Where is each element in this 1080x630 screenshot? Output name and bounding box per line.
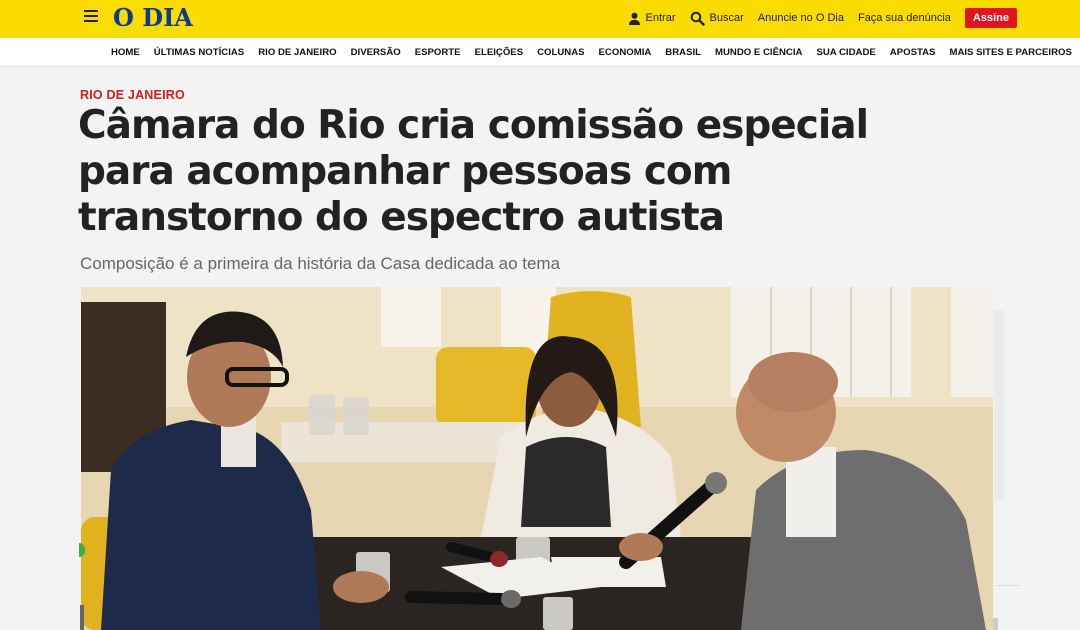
login-label: Entrar [645, 12, 676, 24]
headline-line: transtorno do espectro autista [78, 195, 725, 240]
headline-line: para acompanhar pessoas com [78, 149, 732, 194]
nav-item[interactable]: BRASIL [665, 47, 701, 58]
article-photo [81, 287, 993, 630]
nav-item[interactable]: DIVERSÃO [351, 47, 401, 58]
nav-item[interactable]: MUNDO E CIÊNCIA [715, 47, 802, 58]
advertise-link[interactable]: Anuncie no O Dia [758, 12, 844, 24]
top-bar: O DIA Entrar Buscar Anuncie no O Dia Faç… [0, 0, 1080, 38]
main-nav: HOME ÚLTIMAS NOTÍCIAS RIO DE JANEIRO DIVERS… [0, 38, 1080, 67]
login-link[interactable]: Entrar [628, 12, 676, 25]
scroll-fragment [993, 618, 998, 630]
nav-item[interactable]: RIO DE JANEIRO [258, 47, 336, 58]
nav-item[interactable]: ESPORTE [415, 47, 461, 58]
top-actions: Entrar Buscar Anuncie no O Dia Faça sua … [628, 7, 1017, 29]
photo-illustration [81, 287, 993, 630]
nav-item[interactable]: COLUNAS [537, 47, 584, 58]
divider [994, 585, 1020, 586]
nav-item[interactable]: MAIS SITES E PARCEIROS [949, 47, 1071, 58]
report-link[interactable]: Faça sua denúncia [858, 12, 951, 24]
nav-item[interactable]: SUA CIDADE [816, 47, 875, 58]
sidebar-fragment [994, 310, 1004, 500]
nav-item[interactable]: APOSTAS [890, 47, 936, 58]
subscribe-button[interactable]: Assine [964, 8, 1017, 28]
search-link[interactable]: Buscar [690, 11, 744, 26]
nav-item[interactable]: ELEIÇÕES [475, 47, 524, 58]
section-label[interactable]: RIO DE JANEIRO [80, 88, 185, 102]
site-logo[interactable]: O DIA [113, 3, 193, 32]
share-bar-fragment [80, 605, 84, 630]
menu-icon[interactable] [84, 10, 98, 22]
headline-line: Câmara do Rio cria comissão especial [78, 103, 869, 148]
nav-list: HOME ÚLTIMAS NOTÍCIAS RIO DE JANEIRO DIVERS… [111, 38, 1072, 67]
user-icon [628, 12, 640, 25]
article-headline: Câmara do Rio cria comissão especial par… [78, 103, 878, 241]
nav-item[interactable]: HOME [111, 47, 140, 58]
article-subtitle: Composição é a primeira da história da C… [80, 254, 561, 273]
search-icon [690, 11, 705, 26]
nav-item[interactable]: ÚLTIMAS NOTÍCIAS [154, 47, 244, 58]
search-label: Buscar [709, 12, 744, 24]
nav-item[interactable]: ECONOMIA [599, 47, 652, 58]
